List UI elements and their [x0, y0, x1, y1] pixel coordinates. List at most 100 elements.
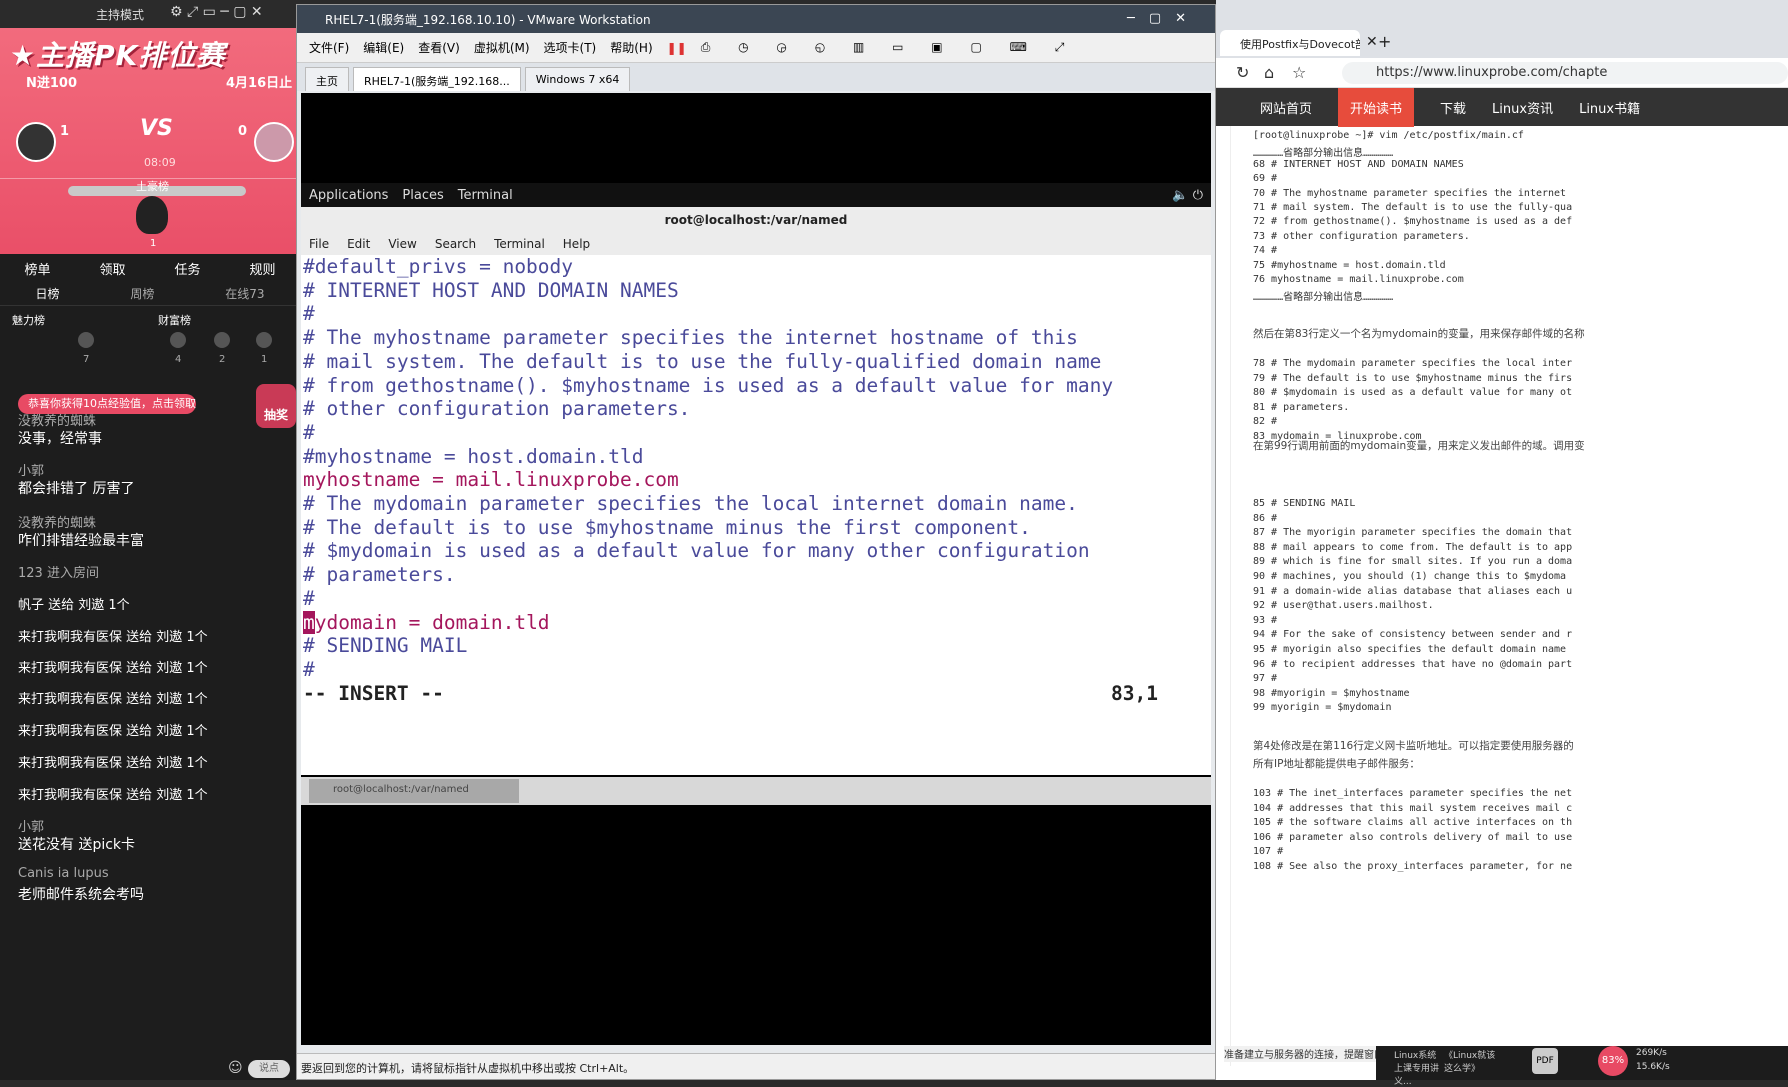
- term-menu-search[interactable]: Search: [435, 237, 476, 251]
- vim-line: #: [303, 586, 315, 610]
- tab-weekly[interactable]: 周榜: [130, 285, 154, 302]
- star-icon[interactable]: ☆: [1292, 63, 1306, 82]
- menu-file[interactable]: 文件(F): [309, 39, 349, 56]
- taskbar-terminal-item[interactable]: root@localhost:/var/named: [309, 779, 519, 803]
- pk-date: 4月16日止: [226, 76, 293, 91]
- vmware-window: RHEL7-1(服务端_192.168.10.10) - VMware Work…: [296, 4, 1216, 1080]
- wealth-label: 财富榜: [158, 314, 191, 327]
- terminal-body[interactable]: #default_privs = nobody # INTERNET HOST A…: [301, 255, 1211, 775]
- code-line: 88 # mail appears to come from. The defa…: [1253, 541, 1573, 553]
- site-nav: 网站首页 开始读书 下载 Linux资讯 Linux书籍: [1216, 87, 1788, 127]
- nav-news[interactable]: Linux资讯: [1492, 98, 1553, 117]
- terminal-title: root@localhost:/var/named: [301, 207, 1211, 233]
- vim-line: # SENDING MAIL: [303, 634, 468, 658]
- charm-label: 魅力榜: [12, 314, 45, 327]
- volume-icon[interactable]: 🔈 ⏻: [1172, 188, 1203, 203]
- browser-tabs: 使用Postfix与Dovecot部... ✕ +: [1216, 28, 1788, 58]
- tab-rhel[interactable]: RHEL7-1(服务端_192.168...: [353, 67, 521, 91]
- code-line: 104 # addresses that this mail system re…: [1253, 802, 1573, 814]
- menu-view[interactable]: 查看(V): [418, 39, 460, 56]
- code-line: 73 # other configuration parameters.: [1253, 230, 1470, 242]
- vs-label: VS: [140, 116, 173, 141]
- settings-icon[interactable]: ⚙ ⤢ ▭ ─ ▢ ✕: [170, 4, 263, 20]
- chat-message: 没事，经常事: [18, 431, 102, 447]
- code-line: 82 #: [1253, 416, 1278, 428]
- win-taskbar: Linux系统上课专用讲义... 《Linux就该这么学》 PDF 83% 26…: [1376, 1046, 1788, 1087]
- menu-tabs[interactable]: 选项卡(T): [544, 39, 597, 56]
- article-paragraph: 所有IP地址都能提供电子邮件服务：: [1253, 758, 1420, 770]
- code-line: 89 # which is fine for small sites. If y…: [1253, 556, 1573, 568]
- tab-rules[interactable]: 规则: [249, 259, 275, 278]
- places-menu[interactable]: Places: [402, 188, 443, 203]
- code-line: 86 #: [1253, 512, 1278, 524]
- nav-read[interactable]: 开始读书: [1338, 87, 1415, 127]
- tab-rank[interactable]: 榜单: [24, 259, 50, 278]
- tab-task[interactable]: 任务: [174, 259, 200, 278]
- gift-message: 来打我啊我有医保 送给 刘遨 1个: [18, 692, 208, 707]
- nav-books[interactable]: Linux书籍: [1579, 98, 1640, 117]
- code-line: 108 # See also the proxy_interfaces para…: [1253, 861, 1573, 872]
- gift-message: 来打我啊我有医保 送给 刘遨 1个: [18, 661, 208, 676]
- tab-daily[interactable]: 日榜: [35, 285, 59, 302]
- home-icon[interactable]: ⌂: [1264, 63, 1274, 82]
- menu-vm[interactable]: 虚拟机(M): [474, 39, 530, 56]
- tab-online[interactable]: 在线73: [225, 285, 264, 302]
- code-line: ……………省略部分输出信息……………: [1253, 292, 1394, 304]
- close-tab-icon[interactable]: ✕: [1366, 34, 1378, 50]
- reload-icon[interactable]: ↻: [1236, 63, 1249, 82]
- code-line: 80 # $mydomain is used as a default valu…: [1253, 387, 1573, 399]
- term-menu-terminal[interactable]: Terminal: [494, 237, 545, 251]
- browser-window: 使用Postfix与Dovecot部... ✕ + ↻ ⌂ ☆ https://…: [1216, 0, 1788, 1087]
- window-title: RHEL7-1(服务端_192.168.10.10) - VMware Work…: [297, 5, 1215, 33]
- code-line: 74 #: [1253, 245, 1278, 257]
- taskbar-item[interactable]: Linux系统上课专用讲义...: [1394, 1048, 1440, 1087]
- browser-tab[interactable]: 使用Postfix与Dovecot部...: [1220, 30, 1360, 56]
- guest-screen[interactable]: Applications Places Terminal 🔈 ⏻ root@lo…: [301, 93, 1211, 1045]
- tab-claim[interactable]: 领取: [99, 259, 125, 278]
- term-menu-file[interactable]: File: [309, 237, 329, 251]
- emoji-icon[interactable]: ☺: [228, 1060, 243, 1076]
- code-line: 99 myorigin = $mydomain: [1253, 702, 1392, 714]
- stream-subtabs: 日榜 周榜 在线73: [0, 282, 300, 306]
- term-menu-view[interactable]: View: [388, 237, 416, 251]
- terminal-menubar: File Edit View Search Terminal Help: [301, 233, 1211, 255]
- term-menu-help[interactable]: Help: [563, 237, 590, 251]
- lottery-button[interactable]: 抽奖: [256, 384, 296, 428]
- menu-help[interactable]: 帮助(H): [610, 39, 652, 56]
- vim-line: # INTERNET HOST AND DOMAIN NAMES: [303, 278, 679, 302]
- vim-line: # The myhostname parameter specifies the…: [303, 326, 1078, 350]
- code-line: 106 # parameter also controls delivery o…: [1253, 831, 1573, 843]
- chat-message: 老师邮件系统会考吗: [18, 887, 144, 903]
- tab-win7[interactable]: Windows 7 x64: [524, 67, 631, 91]
- nav-home[interactable]: 网站首页: [1260, 98, 1312, 117]
- menu-edit[interactable]: 编辑(E): [363, 39, 404, 56]
- new-tab-icon[interactable]: +: [1378, 32, 1391, 51]
- mvp-avatar[interactable]: [136, 196, 168, 234]
- tab-home[interactable]: 主页: [305, 67, 349, 91]
- applications-menu[interactable]: Applications: [309, 188, 388, 203]
- nav-download[interactable]: 下载: [1440, 98, 1466, 117]
- vim-line: # parameters.: [303, 563, 456, 587]
- term-menu-edit[interactable]: Edit: [347, 237, 370, 251]
- avatar-left[interactable]: [16, 122, 56, 162]
- toolbar-icons[interactable]: ⎙ ◷ ◶ ◵ ▥ ▭ ▣ ▢ ⌨ ⤢: [701, 40, 1077, 55]
- address-bar[interactable]: https://www.linuxprobe.com/chapte: [1342, 62, 1788, 84]
- chat-input[interactable]: 说点: [248, 1060, 290, 1078]
- taskbar-item[interactable]: 《Linux就该这么学》: [1444, 1048, 1504, 1074]
- chat-user: Canis ia lupus: [18, 866, 109, 881]
- window-controls-icon[interactable]: ─▢✕: [1127, 11, 1200, 26]
- code-line: [root@linuxprobe ~]# vim /etc/postfix/ma…: [1253, 130, 1524, 141]
- pause-icon[interactable]: ❚❚: [667, 41, 687, 55]
- code-line: 95 # myorigin also specifies the default…: [1253, 644, 1567, 655]
- code-line: 91 # a domain-wide alias database that a…: [1253, 585, 1573, 597]
- net-up: 269K/s: [1636, 1048, 1667, 1058]
- terminal-menu[interactable]: Terminal: [458, 188, 513, 203]
- pdf-icon[interactable]: PDF: [1532, 1048, 1558, 1074]
- vim-line-cursor: mydomain = domain.tld: [303, 610, 550, 634]
- vim-line: # mail system. The default is to use the…: [303, 349, 1102, 373]
- code-line: 103 # The inet_interfaces parameter spec…: [1253, 788, 1573, 799]
- gift-message: 来打我啊我有医保 送给 刘遨 1个: [18, 630, 208, 645]
- code-line: 78 # The mydomain parameter specifies th…: [1253, 358, 1573, 369]
- code-line: 75 #myhostname = host.domain.tld: [1253, 259, 1446, 271]
- vim-line: # other configuration parameters.: [303, 397, 691, 421]
